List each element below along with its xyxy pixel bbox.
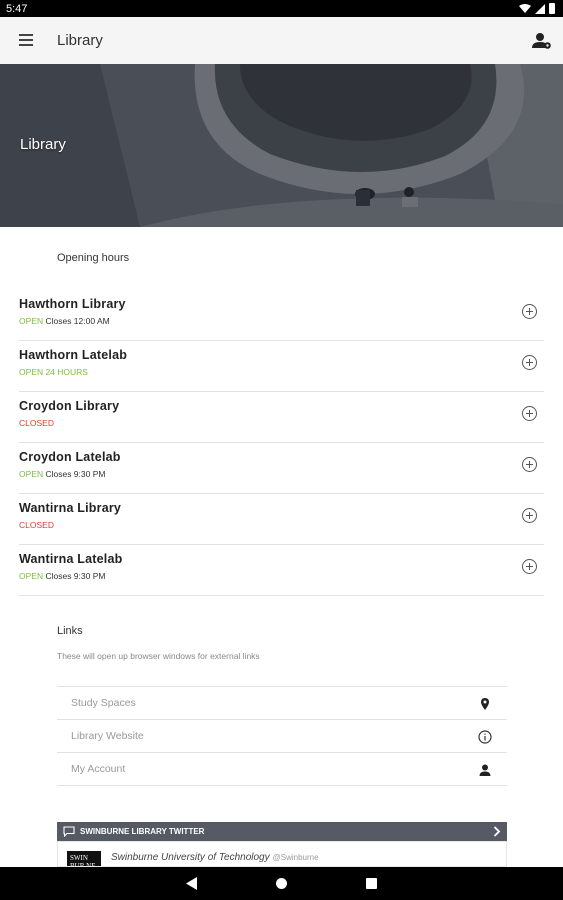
link-library-website[interactable]: Library Website <box>57 720 507 753</box>
comment-icon <box>63 826 75 837</box>
tweet-handle: @Swinburne <box>272 853 319 862</box>
status-label: OPEN <box>19 571 44 581</box>
library-status: OPEN 24 HOURS <box>19 367 88 377</box>
links-subtitle: These will open up browser windows for e… <box>57 651 260 661</box>
library-name: Wantirna Latelab <box>19 552 123 566</box>
opening-hours-heading: Opening hours <box>57 252 130 264</box>
closing-time: Closes 9:30 PM <box>45 571 106 581</box>
tweet-author-name: Swinburne University of Technology <box>111 852 270 863</box>
expand-plus-icon[interactable] <box>522 559 537 574</box>
status-time: 5:47 <box>6 2 28 15</box>
library-status: CLOSED <box>19 520 54 530</box>
info-icon <box>478 730 492 744</box>
app-bar: Library <box>0 17 563 64</box>
expand-plus-icon[interactable] <box>522 457 537 472</box>
battery-icon <box>549 3 555 14</box>
library-name: Croydon Library <box>19 399 120 413</box>
status-label: CLOSED <box>19 520 54 530</box>
library-row[interactable]: Croydon Latelab OPEN Closes 9:30 PM <box>19 443 544 494</box>
wifi-icon <box>519 4 531 13</box>
library-status: OPEN Closes 9:30 PM <box>19 469 105 479</box>
links-list: Study Spaces Library Website My Account <box>57 686 507 786</box>
library-status: CLOSED <box>19 418 54 428</box>
menu-icon[interactable] <box>19 34 33 46</box>
recents-icon[interactable] <box>366 878 377 889</box>
twitter-widget-title: SWINBURNE LIBRARY TWITTER <box>80 827 205 836</box>
library-row[interactable]: Hawthorn Library OPEN Closes 12:00 AM <box>19 290 544 341</box>
link-my-account[interactable]: My Account <box>57 753 507 786</box>
link-study-spaces[interactable]: Study Spaces <box>57 687 507 720</box>
library-row[interactable]: Hawthorn Latelab OPEN 24 HOURS <box>19 341 544 392</box>
link-label: Library Website <box>71 730 144 742</box>
library-row[interactable]: Wantirna Latelab OPEN Closes 9:30 PM <box>19 545 544 596</box>
system-nav-bar <box>0 867 563 900</box>
status-label: OPEN 24 HOURS <box>19 367 88 377</box>
signal-icon <box>535 3 545 14</box>
expand-plus-icon[interactable] <box>522 508 537 523</box>
link-label: My Account <box>71 763 126 775</box>
library-name: Croydon Latelab <box>19 450 121 464</box>
hero-banner: Library <box>0 64 563 227</box>
status-label: OPEN <box>19 316 44 326</box>
library-status: OPEN Closes 9:30 PM <box>19 571 105 581</box>
person-icon <box>479 764 491 776</box>
status-icons <box>519 3 555 14</box>
closing-time: Closes 9:30 PM <box>45 469 106 479</box>
home-icon[interactable] <box>276 878 287 889</box>
library-name: Wantirna Library <box>19 501 122 515</box>
twitter-widget-header[interactable]: SWINBURNE LIBRARY TWITTER <box>57 822 507 841</box>
library-status: OPEN Closes 12:00 AM <box>19 316 110 326</box>
library-name: Hawthorn Latelab <box>19 348 128 362</box>
expand-plus-icon[interactable] <box>522 406 537 421</box>
expand-plus-icon[interactable] <box>522 355 537 370</box>
status-bar: 5:47 <box>0 0 563 17</box>
location-pin-icon <box>481 698 489 710</box>
hero-title: Library <box>20 136 66 153</box>
back-icon[interactable] <box>186 877 197 890</box>
library-row[interactable]: Croydon Library CLOSED <box>19 392 544 443</box>
links-heading: Links <box>57 625 83 637</box>
library-row[interactable]: Wantirna Library CLOSED <box>19 494 544 545</box>
tweet-card[interactable]: SWIN BUR NE Swinburne University of Tech… <box>57 841 507 867</box>
status-label: CLOSED <box>19 418 54 428</box>
status-label: OPEN <box>19 469 44 479</box>
tweet-author: Swinburne University of Technology @Swinb… <box>111 852 319 863</box>
expand-plus-icon[interactable] <box>522 304 537 319</box>
account-settings-icon[interactable] <box>532 31 552 51</box>
library-atrium-image <box>0 64 563 227</box>
chevron-right-icon[interactable] <box>493 826 501 837</box>
library-name: Hawthorn Library <box>19 297 126 311</box>
app-bar-title: Library <box>57 32 103 49</box>
twitter-avatar: SWIN BUR NE <box>67 851 101 866</box>
link-label: Study Spaces <box>71 697 136 709</box>
closing-time: Closes 12:00 AM <box>45 316 110 326</box>
